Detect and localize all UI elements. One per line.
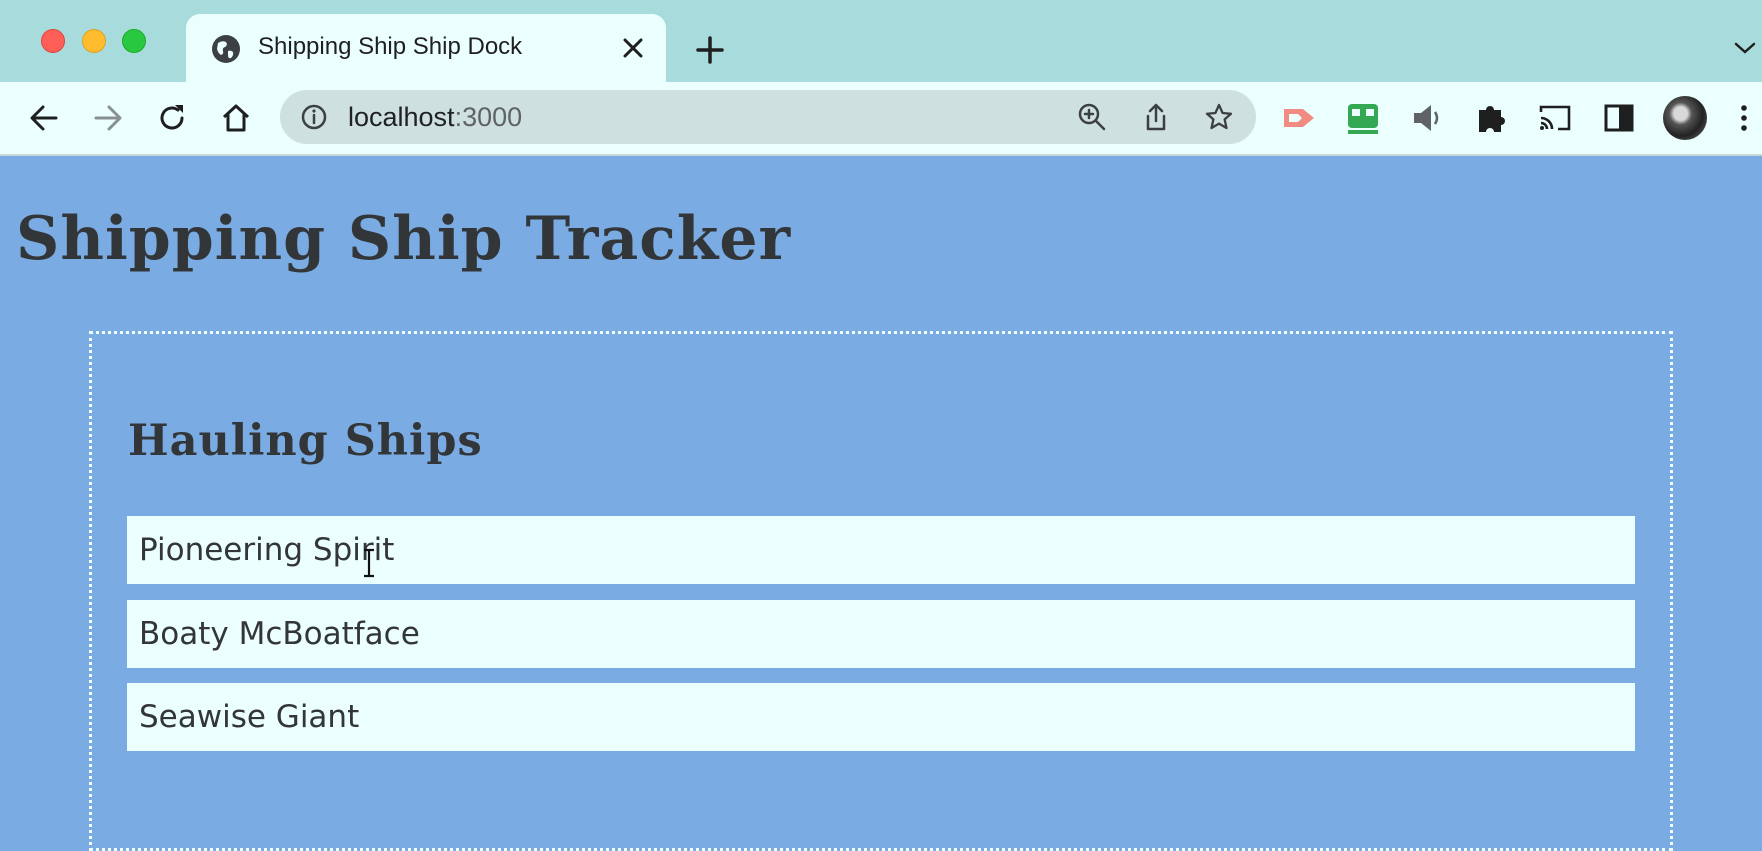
ship-item[interactable]: Boaty McBoatface xyxy=(127,600,1635,668)
avatar[interactable] xyxy=(1663,96,1707,140)
home-icon[interactable] xyxy=(218,100,254,136)
maximize-window-button[interactable] xyxy=(122,29,146,53)
reload-icon[interactable] xyxy=(154,100,190,136)
puzzle-icon[interactable] xyxy=(1473,100,1509,136)
tab-title: Shipping Ship Ship Dock xyxy=(258,33,523,60)
speaker-icon[interactable] xyxy=(1409,100,1445,136)
share-icon[interactable] xyxy=(1141,102,1171,132)
arrow-right-icon[interactable] xyxy=(90,100,126,136)
close-icon[interactable] xyxy=(621,36,645,60)
close-window-button[interactable] xyxy=(41,29,65,53)
tag-extension-icon[interactable] xyxy=(1281,100,1317,136)
url-host: localhost xyxy=(348,102,455,132)
ship-item[interactable]: Seawise Giant xyxy=(127,683,1635,751)
cast-icon[interactable] xyxy=(1537,100,1573,136)
star-icon[interactable] xyxy=(1204,102,1234,132)
chevron-down-icon[interactable] xyxy=(1733,40,1757,56)
browser-toolbar: localhost:3000 xyxy=(0,82,1762,156)
tab-strip: Shipping Ship Ship Dock xyxy=(0,0,1762,82)
dock-panel: Hauling Ships xyxy=(89,331,1673,851)
globe-icon xyxy=(212,35,240,63)
info-icon[interactable] xyxy=(300,103,328,131)
arrow-left-icon[interactable] xyxy=(26,100,62,136)
url-text[interactable]: localhost:3000 xyxy=(348,102,522,133)
ship-item[interactable]: Pioneering Spirit xyxy=(127,516,1635,584)
url-port: :3000 xyxy=(454,102,523,132)
zoom-in-icon[interactable] xyxy=(1077,102,1107,132)
minimize-window-button[interactable] xyxy=(82,29,106,53)
side-panel-icon[interactable] xyxy=(1601,100,1637,136)
robot-extension-icon[interactable] xyxy=(1345,100,1381,136)
page-title: Shipping Ship Tracker xyxy=(16,204,792,274)
address-bar[interactable]: localhost:3000 xyxy=(280,90,1256,144)
page-content: Shipping Ship Tracker Hauling Ships Pion… xyxy=(0,156,1762,851)
plus-icon[interactable] xyxy=(694,34,726,66)
more-vertical-icon[interactable] xyxy=(1734,100,1754,136)
text-cursor-icon xyxy=(364,548,374,578)
section-heading: Hauling Ships xyxy=(128,416,483,466)
tab-active[interactable]: Shipping Ship Ship Dock xyxy=(186,14,666,82)
